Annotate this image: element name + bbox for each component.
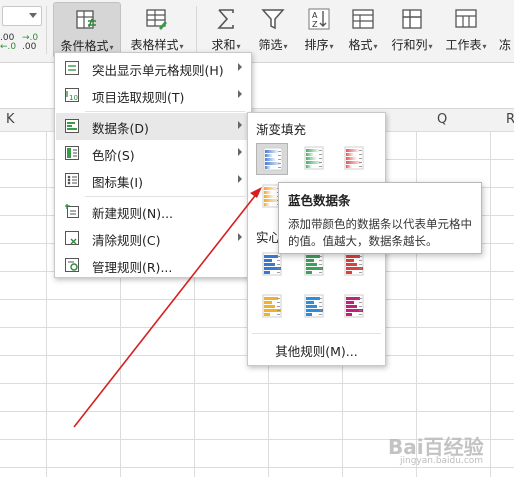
menu-item-data-bars[interactable]: 数据条(D) [56,113,250,140]
conditional-format-menu: 突出显示单元格规则(H) 10 项目选取规则(T) 数据条(D) 色阶(S) 图… [54,52,252,278]
conditional-format-label: 条件格式 [60,39,109,53]
table-style-button[interactable]: 表格样式▾ [125,2,189,58]
sort-button[interactable]: A Z 排序▾ [297,2,341,58]
baidu-watermark-url: jingyan.baidu.com [400,456,484,466]
menu-item-top-bottom-rules[interactable]: 10 项目选取规则(T) [56,82,250,109]
column-label-q[interactable]: Q [437,112,447,127]
menu-item-clear-rules[interactable]: 清除规则(C) [56,225,250,252]
sort-label: 排序 [304,38,329,52]
ribbon-divider [196,6,197,54]
chevron-right-icon [238,233,242,241]
tooltip-title: 蓝色数据条 [288,193,351,208]
format-label: 格式 [348,38,373,52]
chevron-right-icon [238,121,242,129]
data-bar-tooltip: 蓝色数据条 添加带颜色的数据条以代表单元格中的值。值越大，数据条越长。 [278,182,482,254]
freeze-button[interactable]: 冻 [495,2,514,58]
sum-label: 求和 [211,38,236,52]
solid-purple-databar-swatch[interactable] [338,291,370,323]
format-button[interactable]: 格式▾ [343,2,383,58]
sum-button[interactable]: 求和▾ [203,2,249,58]
menu-item-label: 项目选取规则(T) [92,90,185,105]
menu-item-new-rule[interactable]: 新建规则(N)... [56,198,250,225]
solid-orange-databar-swatch[interactable] [256,291,288,323]
menu-item-icon-sets[interactable]: 图标集(I) [56,167,250,194]
chevron-right-icon [238,175,242,183]
sigma-icon [217,9,234,29]
solid-lightblue-databar-swatch[interactable] [298,291,330,323]
menu-item-label: 突出显示单元格规则(H) [92,63,224,78]
svg-text:10: 10 [69,94,78,102]
ribbon-divider [46,6,47,54]
font-size-combo[interactable] [2,6,42,26]
clear-rules-icon [65,231,79,245]
table-style-label: 表格样式 [130,38,179,52]
menu-item-label: 色阶(S) [92,148,135,163]
other-rules-button[interactable]: 其他规则(M)... [248,341,385,360]
filter-label: 筛选 [258,38,283,52]
color-scales-icon [65,146,79,160]
menu-item-color-scales[interactable]: 色阶(S) [56,140,250,167]
top-bottom-rules-icon: 10 [65,88,79,102]
menu-item-label: 清除规则(C) [92,233,161,248]
menu-item-label: 管理规则(R)... [92,260,173,275]
column-label-r[interactable]: R [506,112,514,127]
conditional-format-icon [76,10,96,29]
gradient-red-databar-swatch[interactable] [338,143,370,175]
conditional-format-button[interactable]: 条件格式▾ [53,2,121,58]
chevron-right-icon [238,148,242,156]
menu-item-highlight-rules[interactable]: 突出显示单元格规则(H) [56,55,250,82]
rows-cols-label: 行和列 [391,38,428,52]
gradient-green-databar-swatch[interactable] [298,143,330,175]
rows-cols-icon [402,9,422,29]
rows-cols-button[interactable]: 行和列▾ [385,2,439,58]
svg-text:Z: Z [312,20,318,29]
menu-divider [85,196,245,197]
sort-icon: A Z [308,8,330,30]
worksheet-button[interactable]: 工作表▾ [441,2,491,58]
highlight-rules-icon [65,61,79,75]
chevron-down-icon [29,13,37,18]
gradient-fill-title: 渐变填充 [256,122,307,137]
menu-divider [85,111,245,112]
worksheet-icon [455,9,477,28]
menu-item-label: 图标集(I) [92,175,143,190]
filter-icon [261,9,285,30]
column-label-k[interactable]: K [6,112,15,127]
worksheet-label: 工作表 [445,38,482,52]
manage-rules-icon [65,258,79,272]
filter-button[interactable]: 筛选▾ [251,2,295,58]
table-style-icon [146,9,167,30]
svg-text:A: A [312,11,318,20]
submenu-divider [252,333,381,334]
menu-item-label: 新建规则(N)... [92,206,174,221]
decrease-decimal-sub: .00 [22,42,37,52]
format-icon [352,9,374,29]
increase-decimal-sub: ←.0 [0,42,17,52]
icon-sets-icon [65,173,79,187]
menu-item-manage-rules[interactable]: 管理规则(R)... [56,252,250,279]
gradient-blue-databar-swatch[interactable] [256,143,288,175]
data-bars-icon [65,119,79,133]
freeze-label: 冻 [499,38,512,52]
decrease-decimal-button[interactable]: →.0 .00 [22,34,38,52]
increase-decimal-button[interactable]: .00 ←.0 [0,34,16,52]
chevron-right-icon [238,90,242,98]
menu-item-label: 数据条(D) [92,121,149,136]
tooltip-body: 添加带颜色的数据条以代表单元格中的值。值越大，数据条越长。 [288,217,472,248]
chevron-right-icon [238,63,242,71]
new-rule-icon [65,204,79,218]
